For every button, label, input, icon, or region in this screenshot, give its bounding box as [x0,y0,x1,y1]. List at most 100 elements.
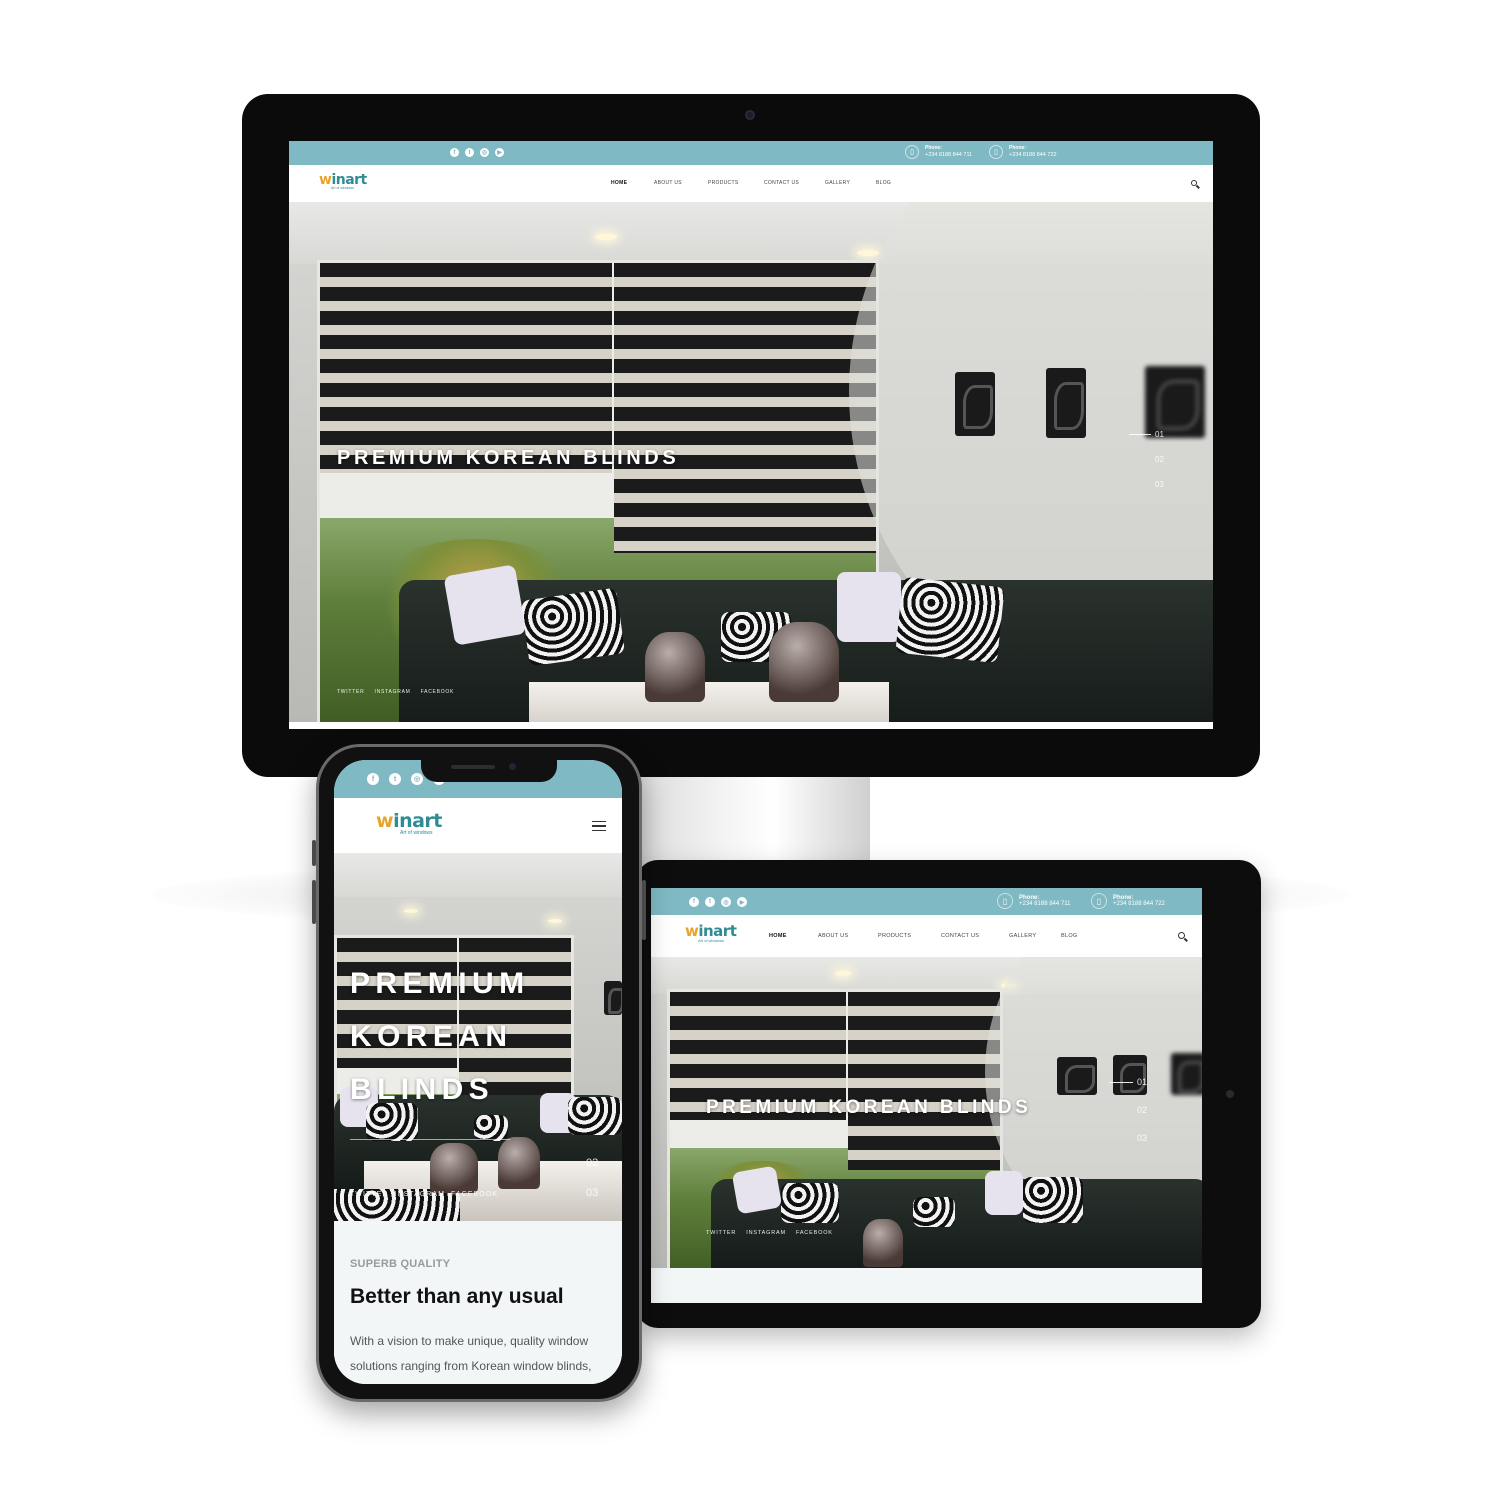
phone-label: Phone: [1113,894,1134,901]
sculpture [430,1143,478,1193]
facebook-icon[interactable]: f [367,773,379,785]
phone-icon: ▯ [1091,893,1107,909]
ceiling-light [857,250,879,256]
site-logo[interactable]: winart Art of windows [319,173,367,191]
phone-number: +234 8188 844 722 [1009,151,1057,158]
facebook-icon[interactable]: f [450,148,459,157]
logo-tagline: Art of windows [400,830,433,836]
ceiling-light [595,234,617,240]
sculpture [863,1219,903,1267]
instagram-icon[interactable]: ◎ [480,148,489,157]
menu-home[interactable]: HOME [611,180,654,186]
hero-title-line: PREMIUM [350,967,530,1000]
sculpture [645,632,705,702]
slide-02[interactable]: 02 [1137,1105,1147,1115]
hero-link-instagram[interactable]: INSTAGRAM [394,1191,445,1198]
hero-social-links: TWITTER INSTAGRAM FACEBOOK [337,689,454,695]
slide-03[interactable]: 03 [1137,1133,1147,1143]
hero-link-facebook[interactable]: FACEBOOK [796,1230,833,1236]
slide-03[interactable]: 03 [586,1187,598,1199]
menu-products[interactable]: PRODUCTS [708,180,764,186]
menu-gallery[interactable]: GALLERY [1009,933,1061,939]
hero-link-facebook[interactable]: FACEBOOK [451,1191,498,1198]
phone-number: +234 8188 844 711 [925,151,973,158]
youtube-icon[interactable]: ▶ [737,897,747,907]
menu-products[interactable]: PRODUCTS [878,933,941,939]
menu-home[interactable]: HOME [769,933,818,939]
site-logo[interactable]: winart Art of windows [376,812,442,836]
facebook-icon[interactable]: f [689,897,699,907]
slide-01[interactable]: 01 [1155,430,1164,439]
active-slide-line [1129,434,1151,435]
hero-link-twitter[interactable]: TWITTER [706,1230,736,1236]
sculpture [769,622,839,702]
menu-gallery[interactable]: GALLERY [825,180,876,186]
menu-about-us[interactable]: ABOUT US [818,933,878,939]
menu-contact-us[interactable]: CONTACT US [764,180,825,186]
hero-link-twitter[interactable]: TWITTER [350,1191,388,1198]
desktop-phone-2[interactable]: ▯ Phone: +234 8188 844 722 [989,145,1057,159]
search-icon[interactable] [1191,180,1197,186]
ceiling-light [404,909,418,913]
slide-indicators: 01 02 03 [1109,1077,1147,1143]
youtube-icon[interactable]: ▶ [495,148,504,157]
logo-w: w [685,922,699,940]
slide-03[interactable]: 03 [1155,480,1164,489]
hero-link-instagram[interactable]: INSTAGRAM [746,1230,786,1236]
ceiling-light [835,971,851,976]
hero-link-instagram[interactable]: INSTAGRAM [374,689,410,695]
monitor-camera [745,110,755,120]
sculpture [498,1137,540,1189]
about-eyebrow: SUPERB QUALITY [350,1258,451,1270]
desktop-hero: PREMIUM KOREAN BLINDS 01 02 03 TWITTER I… [289,202,1213,722]
pillow [568,1097,622,1135]
ceiling-light [548,919,562,923]
menu-blog[interactable]: BLOG [876,180,906,186]
hero-title: PREMIUM KOREAN BLINDS [350,957,529,1116]
twitter-icon[interactable]: t [465,148,474,157]
wall-art [1171,1053,1202,1095]
menu-blog[interactable]: BLOG [1061,933,1091,939]
wall-art [1145,366,1205,438]
slide-02[interactable]: 02 [586,1157,598,1169]
phone-label: Phone: [1019,894,1040,901]
hero-link-twitter[interactable]: TWITTER [337,689,364,695]
about-section: SUPERB QUALITY Better than any usual Wit… [334,1221,622,1384]
twitter-icon[interactable]: t [705,897,715,907]
phone-icon: ▯ [997,893,1013,909]
wall-art [1046,368,1086,438]
pillow [985,1171,1023,1215]
pillow [443,564,527,646]
phone-screen: f t ◎ ▶ winart Art of windows [334,760,622,1384]
phone-icon: ▯ [989,145,1003,159]
slide-01[interactable]: 01 [1137,1077,1147,1087]
hamburger-menu-icon[interactable] [592,821,606,831]
menu-about-us[interactable]: ABOUT US [654,180,708,186]
tablet-phone-1[interactable]: ▯ Phone: +234 8188 844 711 [997,893,1070,909]
logo-w: w [376,810,394,832]
pillow [837,572,901,642]
twitter-icon[interactable]: t [389,773,401,785]
tablet-social-icons: f t ◎ ▶ [689,897,747,907]
hero-social-links: TWITTER INSTAGRAM FACEBOOK [350,1191,498,1198]
tablet-phone-2[interactable]: ▯ Phone: +234 8188 844 722 [1091,893,1165,909]
hero-blind-left [320,263,612,473]
phone-number: +234 8188 844 711 [1019,901,1071,908]
desktop-social-icons: f t ◎ ▶ [450,148,504,157]
instagram-icon[interactable]: ◎ [411,773,423,785]
desktop-phone-1[interactable]: ▯ Phone: +234 8188 844 711 [905,145,972,159]
hero-title: PREMIUM KOREAN BLINDS [337,447,680,469]
instagram-icon[interactable]: ◎ [721,897,731,907]
about-body: With a vision to make unique, quality wi… [350,1334,592,1373]
site-logo[interactable]: winart Art of windows [685,922,737,943]
tablet-navbar: winart Art of windows HOME ABOUT US PROD… [651,915,1202,957]
desktop-topbar: f t ◎ ▶ ▯ Phone: +234 8188 844 711 ▯ Pho… [289,141,1213,165]
logo-w: w [319,172,332,188]
tablet-menu: HOME ABOUT US PRODUCTS CONTACT US GALLER… [769,933,1091,939]
menu-contact-us[interactable]: CONTACT US [941,933,1009,939]
slide-02[interactable]: 02 [1155,455,1164,464]
hero-link-facebook[interactable]: FACEBOOK [421,689,455,695]
hero-blind-right [614,263,876,553]
logo-text: inart [393,810,442,832]
search-icon[interactable] [1178,932,1185,939]
